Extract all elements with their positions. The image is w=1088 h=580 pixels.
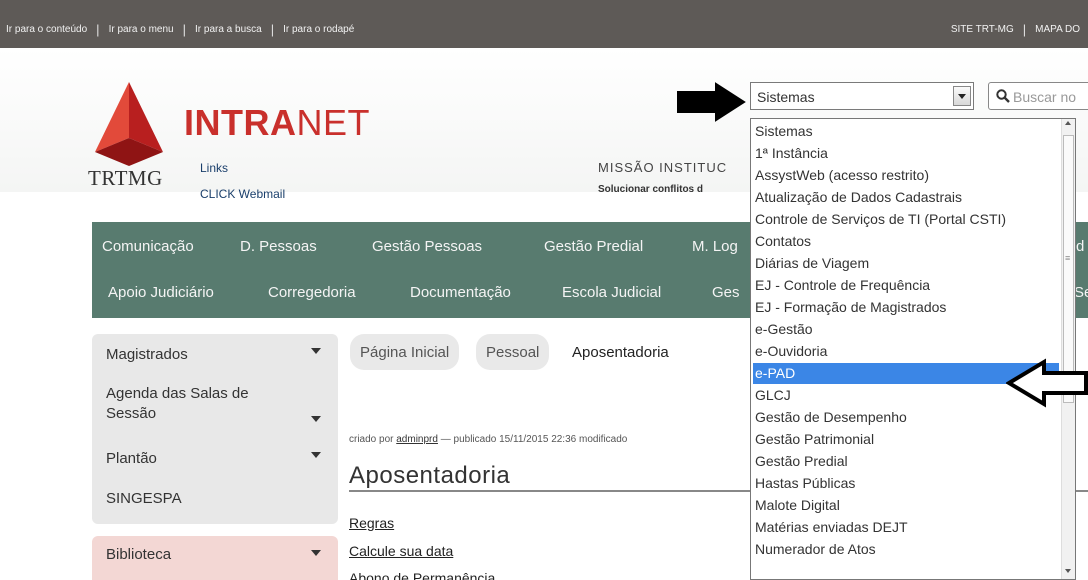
nav-m-log[interactable]: M. Log: [692, 238, 738, 255]
arrow-right-icon: [677, 82, 746, 122]
trt-logo-text: TRTMG: [88, 166, 163, 190]
brand-thin: NET: [296, 102, 370, 143]
option-materias-dejt[interactable]: Matérias enviadas DEJT: [753, 517, 1059, 538]
nav-documentacao[interactable]: Documentação: [410, 284, 511, 301]
link-regras[interactable]: Regras: [349, 515, 394, 531]
chevron-down-icon[interactable]: [311, 348, 321, 354]
dropdown-scrollbar[interactable]: ≡: [1061, 119, 1075, 579]
option-ej-frequencia[interactable]: EJ - Controle de Frequência: [753, 275, 1059, 296]
breadcrumb-aposentadoria: Aposentadoria: [562, 334, 679, 370]
chevron-down-icon[interactable]: [311, 550, 321, 556]
nav-corregedoria[interactable]: Corregedoria: [268, 284, 356, 301]
sidebar-item-plantao[interactable]: Plantão: [106, 450, 157, 467]
webmail-link[interactable]: CLICK Webmail: [200, 187, 285, 201]
option-1a-instancia[interactable]: 1ª Instância: [753, 143, 1059, 164]
nav-gestao-predial[interactable]: Gestão Predial: [544, 238, 643, 255]
sidebar-item-agenda[interactable]: Agenda das Salas de Sessão: [106, 384, 296, 424]
chevron-down-icon[interactable]: [311, 416, 321, 422]
document-byline: criado por adminprd — publicado 15/11/20…: [349, 434, 627, 445]
option-sistemas[interactable]: Sistemas: [753, 121, 1059, 142]
search-placeholder: Buscar no: [1013, 89, 1077, 105]
mission-text: Solucionar conflitos d: [598, 184, 704, 195]
option-gestao-desempenho[interactable]: Gestão de Desempenho: [753, 407, 1059, 428]
scroll-down-icon[interactable]: [1065, 569, 1071, 573]
mission-heading: MISSÃO INSTITUC: [598, 160, 728, 175]
intranet-brand[interactable]: INTRANET: [184, 102, 370, 144]
option-gestao-patrimonial[interactable]: Gestão Patrimonial: [753, 429, 1059, 450]
top-right-links: SITE TRT-MG | MAPA DO: [951, 21, 1080, 37]
byline-dates: — publicado 15/11/2015 22:36 modificado: [440, 434, 628, 445]
option-numerador-atos[interactable]: Numerador de Atos: [753, 539, 1059, 560]
nav-gestao[interactable]: Ges: [712, 284, 740, 301]
option-ej-formacao[interactable]: EJ - Formação de Magistrados: [753, 297, 1059, 318]
brand-bold: INTRA: [184, 102, 297, 143]
separator: |: [96, 21, 100, 37]
nav-comunicacao[interactable]: Comunicação: [102, 238, 194, 255]
skip-to-search-link[interactable]: Ir para a busca: [195, 24, 262, 35]
sidebar-item-biblioteca[interactable]: Biblioteca: [106, 546, 171, 563]
separator: |: [270, 21, 275, 37]
nav-more[interactable]: d: [1076, 238, 1084, 255]
systems-dropdown-list: Sistemas 1ª Instância AssystWeb (acesso …: [750, 118, 1076, 580]
skip-to-menu-link[interactable]: Ir para o menu: [109, 24, 174, 35]
links-link[interactable]: Links: [200, 161, 228, 175]
nav-more-2[interactable]: Se: [1074, 284, 1088, 301]
trt-logo-icon[interactable]: [93, 82, 165, 166]
skip-links: Ir para o conteúdo | Ir para o menu | Ir…: [6, 21, 354, 37]
chevron-down-icon[interactable]: [953, 86, 971, 106]
grip-icon: ≡: [1065, 253, 1071, 263]
link-calcule[interactable]: Calcule sua data: [349, 543, 453, 559]
site-trt-link[interactable]: SITE TRT-MG: [951, 24, 1014, 35]
nav-escola-judicial[interactable]: Escola Judicial: [562, 284, 661, 301]
option-malote-digital[interactable]: Malote Digital: [753, 495, 1059, 516]
breadcrumb-pessoal[interactable]: Pessoal: [476, 334, 550, 370]
nav-apoio-judiciario[interactable]: Apoio Judiciário: [108, 284, 214, 301]
site-map-link[interactable]: MAPA DO: [1035, 24, 1080, 35]
link-abono[interactable]: Abono de Permanência: [349, 570, 495, 580]
separator: |: [182, 21, 186, 37]
page-title: Aposentadoria: [349, 462, 511, 489]
skip-to-footer-link[interactable]: Ir para o rodapé: [283, 24, 354, 35]
option-gestao-predial[interactable]: Gestão Predial: [753, 451, 1059, 472]
sidebar-item-magistrados[interactable]: Magistrados: [106, 346, 188, 363]
arrow-left-icon: [1006, 358, 1088, 408]
option-e-gestao[interactable]: e-Gestão: [753, 319, 1059, 340]
skip-to-content-link[interactable]: Ir para o conteúdo: [6, 24, 87, 35]
author-link[interactable]: adminprd: [396, 434, 438, 445]
byline-prefix: criado por: [349, 434, 394, 445]
scroll-up-icon[interactable]: [1065, 121, 1071, 125]
separator: |: [1022, 21, 1027, 37]
option-controle-servicos-ti[interactable]: Controle de Serviços de TI (Portal CSTI): [753, 209, 1059, 230]
search-icon[interactable]: [996, 89, 1010, 103]
option-atualizacao-dados[interactable]: Atualização de Dados Cadastrais: [753, 187, 1059, 208]
nav-gestao-pessoas[interactable]: Gestão Pessoas: [372, 238, 482, 255]
sidebar-item-singespa[interactable]: SINGESPA: [106, 490, 182, 507]
accessibility-bar: Ir para o conteúdo | Ir para o menu | Ir…: [0, 0, 1088, 48]
systems-select[interactable]: Sistemas: [750, 82, 974, 110]
nav-d-pessoas[interactable]: D. Pessoas: [240, 238, 317, 255]
option-contatos[interactable]: Contatos: [753, 231, 1059, 252]
option-diarias[interactable]: Diárias de Viagem: [753, 253, 1059, 274]
chevron-down-icon[interactable]: [311, 452, 321, 458]
option-assystweb[interactable]: AssystWeb (acesso restrito): [753, 165, 1059, 186]
option-hastas-publicas[interactable]: Hastas Públicas: [753, 473, 1059, 494]
breadcrumb-home[interactable]: Página Inicial: [350, 334, 460, 370]
systems-select-value: Sistemas: [757, 89, 815, 105]
